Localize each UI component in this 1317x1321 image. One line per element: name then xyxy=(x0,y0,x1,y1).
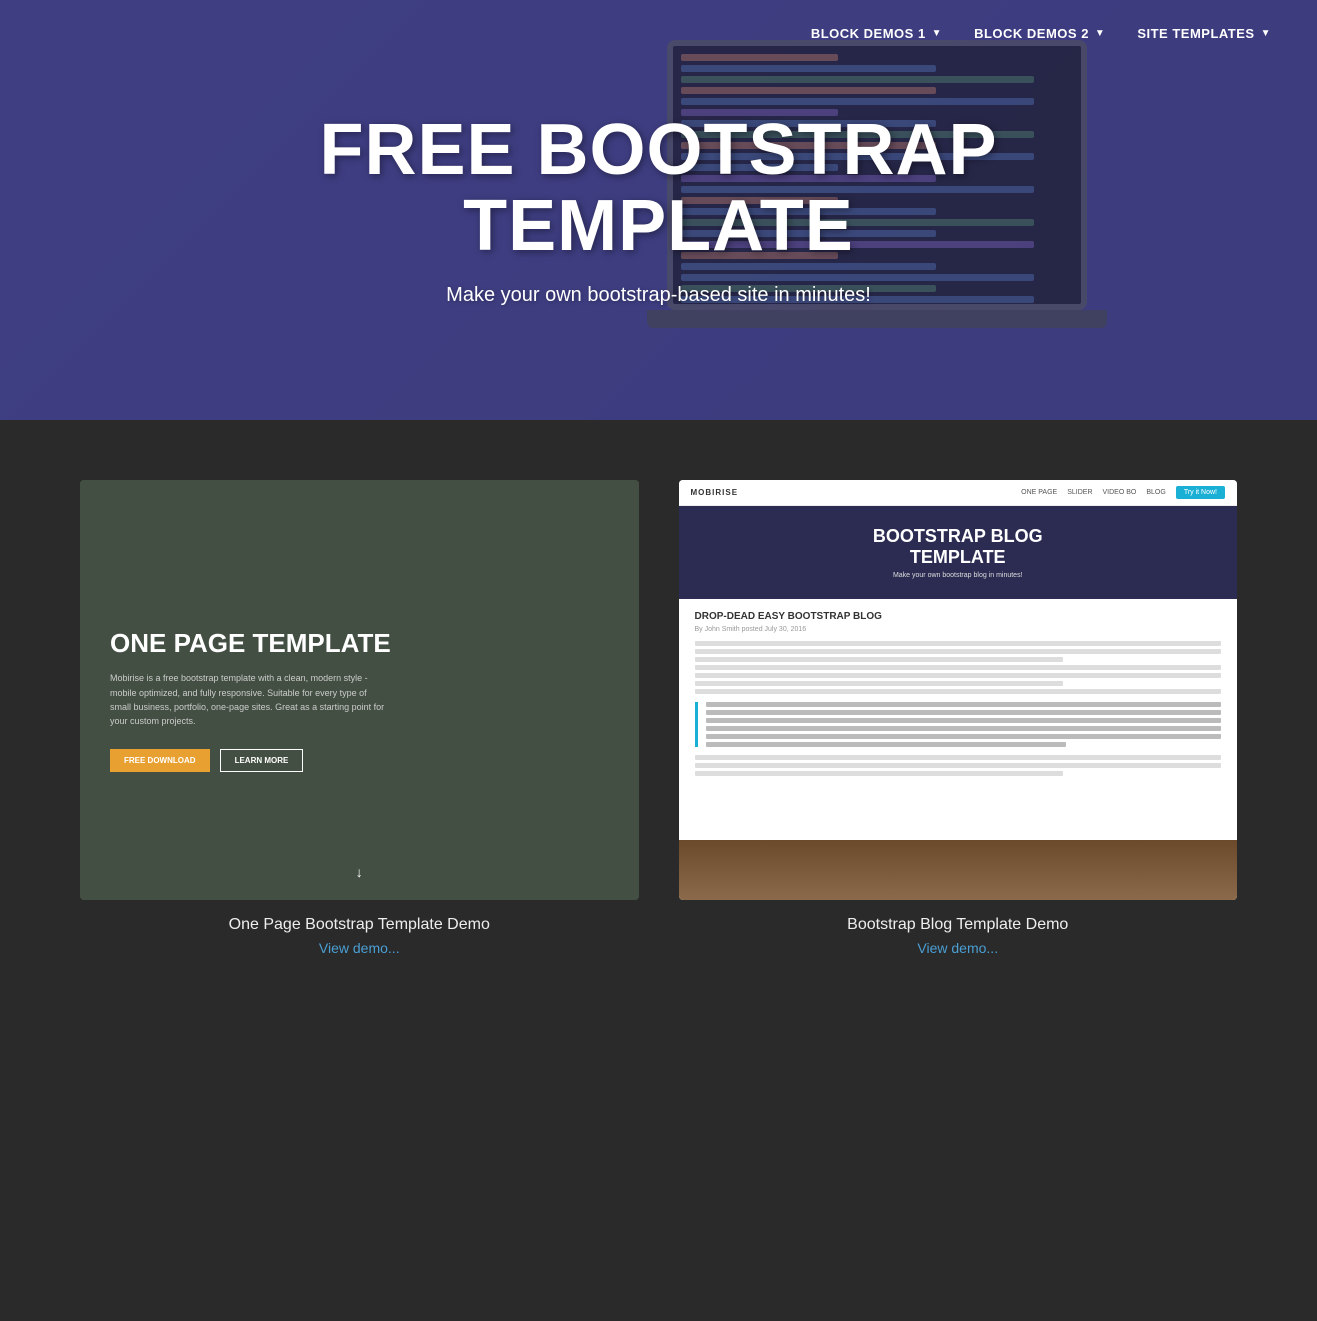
one-page-free-download-button[interactable]: FREE DOWNLOAD xyxy=(110,749,210,772)
blog-template-name: Bootstrap Blog Template Demo xyxy=(847,916,1068,934)
code-line xyxy=(681,98,1034,105)
nav-block-demos-1-label: BLOCK DEMOS 1 xyxy=(811,26,926,41)
blog-view-demo-link[interactable]: View demo... xyxy=(917,940,998,956)
blog-bottom-image xyxy=(679,840,1238,900)
nav-site-templates-label: SITE TEMPLATES xyxy=(1137,26,1254,41)
blog-text-line xyxy=(695,673,1222,678)
blog-quote-line xyxy=(706,710,1222,715)
blog-nav-links: ONE PAGE SLIDER VIDEO BO BLOG Try it Now… xyxy=(1021,486,1225,499)
blog-nav-slider: SLIDER xyxy=(1067,489,1092,496)
one-page-template-name: One Page Bootstrap Template Demo xyxy=(229,916,490,934)
blog-article-title: DROP-DEAD EASY BOOTSTRAP BLOG xyxy=(695,611,1222,622)
blog-preview[interactable]: MOBIRISE ONE PAGE SLIDER VIDEO BO BLOG T… xyxy=(679,480,1238,900)
blog-logo: MOBIRISE xyxy=(691,488,739,497)
blog-text-line xyxy=(695,657,1064,662)
chevron-down-icon-1: ▼ xyxy=(932,28,942,39)
blog-quote-line xyxy=(706,726,1222,731)
template-card-blog: MOBIRISE ONE PAGE SLIDER VIDEO BO BLOG T… xyxy=(679,480,1238,956)
hero-subtitle: Make your own bootstrap-based site in mi… xyxy=(319,284,997,307)
chevron-down-icon-3: ▼ xyxy=(1261,28,1271,39)
blog-quote-line xyxy=(706,718,1222,723)
blog-preview-hero: BOOTSTRAP BLOGTEMPLATE Make your own boo… xyxy=(679,506,1238,599)
main-nav: BLOCK DEMOS 1 ▼ BLOCK DEMOS 2 ▼ SITE TEM… xyxy=(765,0,1317,67)
code-line xyxy=(681,87,936,94)
chevron-down-icon-2: ▼ xyxy=(1095,28,1105,39)
one-page-preview-title: ONE PAGE TEMPLATE xyxy=(110,628,609,659)
blog-hero-subtitle: Make your own bootstrap blog in minutes! xyxy=(699,572,1218,579)
blog-nav-one-page: ONE PAGE xyxy=(1021,489,1057,496)
blog-quote-line xyxy=(706,734,1222,739)
blog-blockquote xyxy=(695,702,1222,747)
blog-text-line xyxy=(695,771,1064,776)
blog-nav-cta[interactable]: Try it Now! xyxy=(1176,486,1225,499)
one-page-buttons: FREE DOWNLOAD LEARN MORE xyxy=(110,749,609,772)
blog-text-line xyxy=(695,649,1222,654)
blog-text-line xyxy=(695,681,1064,686)
blog-nav-video: VIDEO BO xyxy=(1103,489,1137,496)
nav-block-demos-2[interactable]: BLOCK DEMOS 2 ▼ xyxy=(958,18,1121,49)
one-page-learn-more-button[interactable]: LEARN MORE xyxy=(220,749,304,772)
blog-article-byline: By John Smith posted July 30, 2016 xyxy=(695,626,1222,633)
blog-quote-line xyxy=(706,742,1067,747)
blog-text-line xyxy=(695,689,1222,694)
hero-content: FREE BOOTSTRAPTEMPLATE Make your own boo… xyxy=(319,113,997,307)
hero-title: FREE BOOTSTRAPTEMPLATE xyxy=(319,113,997,264)
blog-quote-line xyxy=(706,702,1222,707)
nav-block-demos-2-label: BLOCK DEMOS 2 xyxy=(974,26,1089,41)
templates-grid: ONE PAGE TEMPLATE Mobirise is a free boo… xyxy=(80,480,1237,956)
blog-text-line xyxy=(695,665,1222,670)
blog-text-line xyxy=(695,763,1222,768)
blog-preview-nav: MOBIRISE ONE PAGE SLIDER VIDEO BO BLOG T… xyxy=(679,480,1238,506)
nav-site-templates[interactable]: SITE TEMPLATES ▼ xyxy=(1121,18,1287,49)
blog-text-line xyxy=(695,641,1222,646)
one-page-preview[interactable]: ONE PAGE TEMPLATE Mobirise is a free boo… xyxy=(80,480,639,900)
one-page-preview-desc: Mobirise is a free bootstrap template wi… xyxy=(110,671,390,729)
blog-preview-content: DROP-DEAD EASY BOOTSTRAP BLOG By John Sm… xyxy=(679,599,1238,840)
blog-nav-blog: BLOG xyxy=(1146,489,1165,496)
laptop-base xyxy=(647,310,1107,328)
one-page-hero-area: ONE PAGE TEMPLATE Mobirise is a free boo… xyxy=(80,480,639,900)
template-card-one-page: ONE PAGE TEMPLATE Mobirise is a free boo… xyxy=(80,480,639,956)
nav-block-demos-1[interactable]: BLOCK DEMOS 1 ▼ xyxy=(795,18,958,49)
blog-text-line xyxy=(695,755,1222,760)
scroll-down-icon: ↓ xyxy=(346,854,373,890)
one-page-view-demo-link[interactable]: View demo... xyxy=(319,940,400,956)
main-content: ONE PAGE TEMPLATE Mobirise is a free boo… xyxy=(0,420,1317,1036)
blog-hero-title: BOOTSTRAP BLOGTEMPLATE xyxy=(699,526,1218,568)
code-line xyxy=(681,76,1034,83)
